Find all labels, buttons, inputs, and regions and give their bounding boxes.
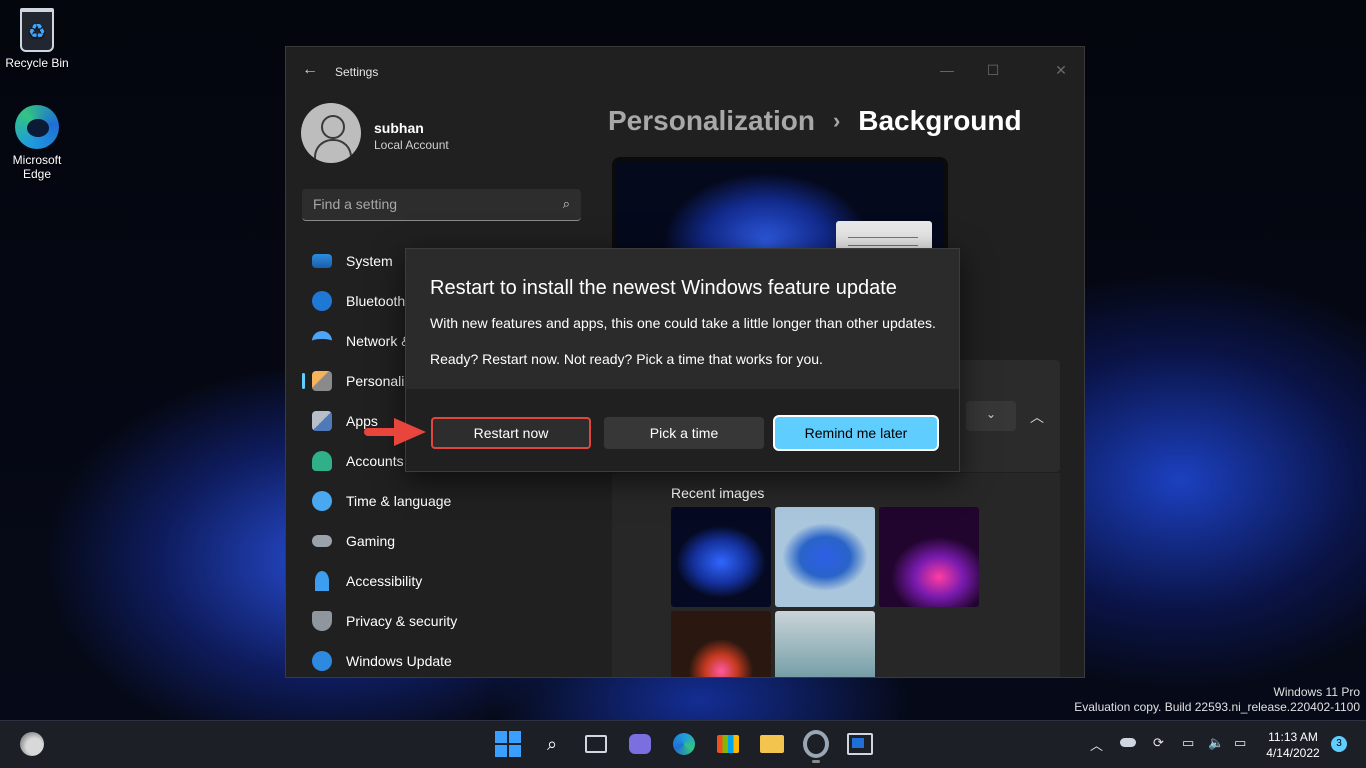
account-type: Local Account [374,138,449,152]
sidebar-item-label: Time & language [346,493,452,509]
recent-image-thumb[interactable] [671,507,771,607]
breadcrumb: Personalization › Background [608,105,1022,137]
dialog-message: Ready? Restart now. Not ready? Pick a ti… [430,351,823,367]
sidebar-item-label: Windows Update [346,653,452,669]
apps-icon [312,411,332,431]
system-icon [312,254,332,268]
dialog-message: With new features and apps, this one cou… [430,315,936,331]
edge-icon [15,105,59,149]
recent-image-thumb[interactable] [775,507,875,607]
notification-badge[interactable]: 3 [1331,736,1347,752]
pick-a-time-button[interactable]: Pick a time [604,417,764,449]
chevron-down-icon[interactable]: ⌄ [986,407,996,421]
bluetooth-icon [312,291,332,311]
sidebar-item-windows-update[interactable]: Windows Update [302,641,602,677]
task-view-icon[interactable] [583,731,609,757]
recycle-bin-icon: ♻ [20,8,54,52]
show-hidden-icons-chevron-icon[interactable]: ︿ [1090,735,1103,754]
title-bar: ← Settings — ☐ ✕ [286,47,1084,95]
avatar[interactable] [301,103,361,163]
gaming-icon [312,535,332,547]
clock-time: 11:13 AM [1268,730,1318,744]
sidebar-item-privacy[interactable]: Privacy & security [302,601,602,641]
taskbar: ⌕ ︿ ⟳ ▭ 🔈 ▭ 11:13 AM 4/14/2022 3 [0,720,1366,768]
page-title: Background [858,105,1022,136]
sidebar-item-label: Gaming [346,533,396,549]
chevron-up-icon[interactable]: ︿ [1030,407,1044,427]
privacy-icon [312,611,332,631]
restart-update-dialog: Restart to install the newest Windows fe… [405,248,960,472]
teams-chat-icon[interactable] [627,731,653,757]
evaluation-watermark: Windows 11 Pro Evaluation copy. Build 22… [1074,685,1360,715]
search-box[interactable]: ⌕ [302,189,581,221]
watermark-build: Evaluation copy. Build 22593.ni_release.… [1074,700,1360,714]
accessibility-icon [315,571,329,591]
update-icon [312,651,332,671]
search-icon[interactable]: ⌕ [563,196,570,212]
clock-date: 4/14/2022 [1266,746,1320,760]
taskbar-search-icon[interactable]: ⌕ [539,731,565,757]
desktop-icon-label: Microsoft Edge [12,153,62,181]
start-button-icon[interactable] [495,731,521,757]
sidebar-item-accessibility[interactable]: Accessibility [302,561,602,601]
recent-image-thumb[interactable] [671,611,771,677]
chevron-right-icon: › [832,108,841,133]
desktop-icon-edge[interactable]: Microsoft Edge [1,105,73,181]
recent-images-label: Recent images [671,485,765,501]
clock[interactable]: 11:13 AM 4/14/2022 [1265,729,1321,761]
recent-image-thumb[interactable] [775,611,875,677]
desktop-icon-recycle-bin[interactable]: ♻ Recycle Bin [1,8,73,70]
weather-widget-icon[interactable] [20,732,44,756]
sidebar-item-time-language[interactable]: Time & language [302,481,602,521]
sidebar-item-label: Privacy & security [346,613,458,629]
user-name: subhan [374,120,424,136]
app-title: Settings [335,65,379,79]
app-window-taskbar-icon[interactable] [847,731,873,757]
accounts-icon [312,451,332,471]
battery-icon[interactable]: ▭ [1234,735,1246,751]
sync-icon[interactable]: ⟳ [1153,735,1164,751]
back-arrow-icon[interactable]: ← [302,61,318,79]
time-icon [312,491,332,511]
volume-icon[interactable]: 🔈 [1208,735,1224,751]
remind-me-later-button[interactable]: Remind me later [775,417,937,449]
store-icon[interactable] [715,731,741,757]
sidebar-item-label: System [346,253,393,269]
sidebar-item-label: Accounts [346,453,404,469]
file-explorer-icon[interactable] [759,731,785,757]
display-icon[interactable]: ▭ [1182,735,1194,751]
sidebar-item-gaming[interactable]: Gaming [302,521,602,561]
desktop-icon-label: Recycle Bin [5,56,69,70]
edge-taskbar-icon[interactable] [671,731,697,757]
restart-now-button[interactable]: Restart now [431,417,591,449]
maximize-button[interactable]: ☐ [970,55,1016,85]
watermark-edition: Windows 11 Pro [1273,685,1360,699]
search-input[interactable] [302,189,542,219]
dialog-title: Restart to install the newest Windows fe… [430,277,897,299]
network-icon [312,331,332,351]
minimize-button[interactable]: — [924,55,970,85]
sidebar-item-label: Accessibility [346,573,423,589]
recent-image-thumb[interactable] [879,507,979,607]
personalization-icon [312,371,332,391]
close-button[interactable]: ✕ [1038,55,1084,85]
breadcrumb-parent[interactable]: Personalization [608,105,815,137]
red-arrow-annotation-icon [364,418,426,446]
settings-taskbar-icon[interactable] [803,731,829,763]
onedrive-cloud-icon[interactable] [1120,738,1136,747]
